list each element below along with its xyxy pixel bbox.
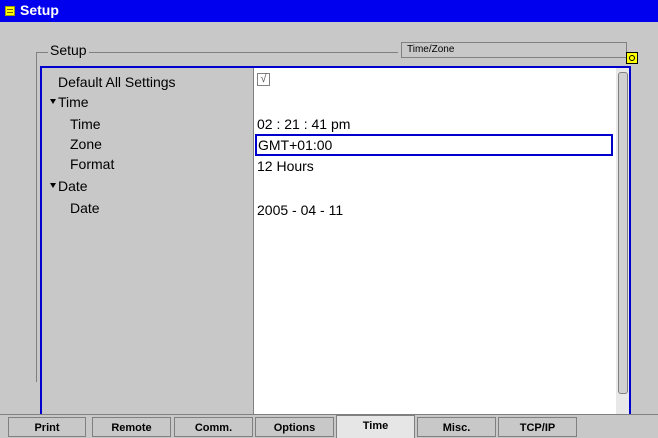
tab-time[interactable]: Time bbox=[336, 415, 415, 438]
time-value[interactable]: 02 : 21 : 41 pm bbox=[257, 114, 350, 134]
window-title: Setup bbox=[20, 2, 59, 18]
date-label: Date bbox=[70, 200, 100, 216]
window-menu-icon[interactable] bbox=[5, 6, 15, 16]
date-value[interactable]: 2005 - 04 - 11 bbox=[257, 200, 343, 220]
time-zone-subtab[interactable]: Time/Zone bbox=[401, 42, 627, 58]
scrollbar-thumb[interactable] bbox=[618, 72, 628, 394]
tab-bar: Print Remote Comm. Options Time Misc. TC… bbox=[0, 414, 658, 438]
title-bar: Setup bbox=[0, 0, 658, 22]
setup-frame: Setup Time/Zone Default All Settings Tim… bbox=[0, 22, 658, 420]
tab-tcpip[interactable]: TCP/IP bbox=[498, 417, 577, 437]
collapse-arrow-icon[interactable] bbox=[50, 182, 56, 188]
format-value[interactable]: 12 Hours bbox=[257, 156, 314, 176]
time-label: Time bbox=[70, 116, 101, 132]
default-all-label[interactable]: Default All Settings bbox=[58, 72, 176, 92]
format-label: Format bbox=[70, 156, 115, 172]
collapse-arrow-icon[interactable] bbox=[50, 98, 56, 104]
tab-print[interactable]: Print bbox=[8, 417, 86, 437]
settings-labels-column: Default All Settings Time Time Zone Form… bbox=[42, 68, 254, 418]
vertical-scrollbar[interactable] bbox=[616, 68, 629, 418]
default-all-checkbox[interactable]: √ bbox=[257, 73, 270, 86]
group-border-top bbox=[36, 52, 398, 53]
settings-panel: Default All Settings Time Time Zone Form… bbox=[40, 66, 631, 420]
tab-options[interactable]: Options bbox=[255, 417, 334, 437]
zone-field[interactable]: GMT+01:00 bbox=[255, 134, 613, 156]
tab-remote[interactable]: Remote bbox=[92, 417, 171, 437]
group-label: Setup bbox=[48, 42, 89, 58]
zone-label: Zone bbox=[70, 136, 102, 152]
tab-misc[interactable]: Misc. bbox=[417, 417, 496, 437]
date-section-header[interactable]: Date bbox=[50, 176, 88, 196]
settings-values-column: √ 02 : 21 : 41 pm GMT+01:00 12 Hours 200… bbox=[254, 68, 616, 418]
group-border-left bbox=[36, 52, 37, 382]
time-section-header[interactable]: Time bbox=[50, 92, 89, 112]
help-icon[interactable] bbox=[626, 52, 638, 64]
tab-comm[interactable]: Comm. bbox=[174, 417, 253, 437]
